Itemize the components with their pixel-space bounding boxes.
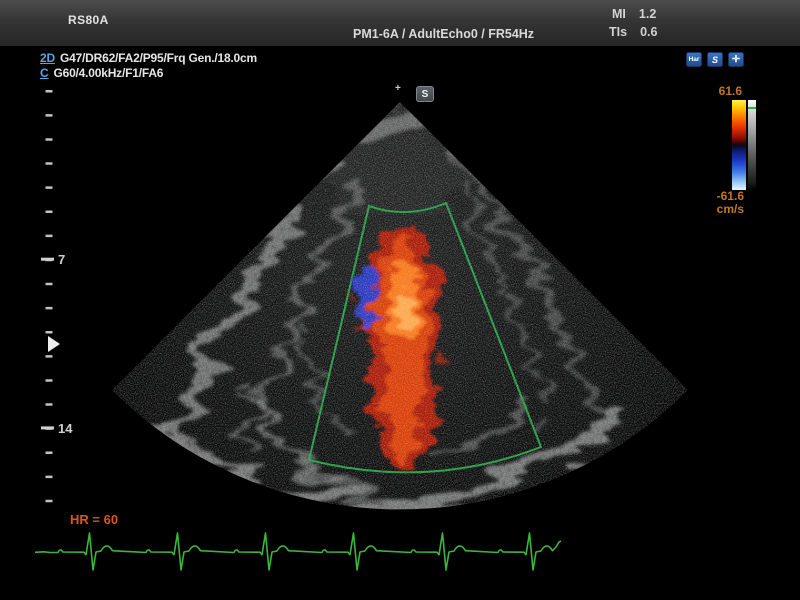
focus-marker[interactable]: [48, 336, 60, 352]
machine-model: RS80A: [68, 13, 109, 27]
probe-info: PM1-6A / AdultEcho0 / FR54Hz: [353, 27, 534, 41]
ultrasound-screen: RS80A PM1-6A / AdultEcho0 / FR54Hz MI 1.…: [0, 0, 800, 600]
mi-value: 1.2: [639, 7, 656, 21]
sector-fan: [60, 90, 740, 532]
orientation-marker: S: [416, 86, 434, 102]
mi-label: MI: [612, 7, 626, 21]
color-velocity-scale: 61.6 -61.6 cm/s: [710, 84, 794, 224]
grayscale-bar: [748, 100, 756, 190]
s-vision-icon[interactable]: S: [707, 52, 723, 67]
mi-readout: MI 1.2: [612, 7, 656, 21]
velocity-max-label: 61.6: [710, 84, 742, 98]
harmonic-icon[interactable]: Har: [686, 52, 702, 67]
depth-ruler: 7 14: [38, 84, 82, 524]
gain-marker: [748, 107, 756, 109]
depth-label-7: 7: [58, 252, 65, 267]
tis-label: TIs: [609, 25, 627, 39]
color-mode-params-row: C G60/4.00kHz/F1/FA6: [40, 66, 257, 81]
tis-readout: TIs 0.6: [609, 25, 657, 39]
doppler-color-bar: [732, 100, 746, 190]
imaging-parameters: 2D G47/DR62/FA2/P95/Frq Gen./18.0cm C G60/…: [40, 51, 257, 80]
header-bar: RS80A PM1-6A / AdultEcho0 / FR54Hz MI 1.…: [0, 0, 800, 46]
b-mode-params-row: 2D G47/DR62/FA2/P95/Frq Gen./18.0cm: [40, 51, 257, 66]
ecg-trace: [0, 518, 600, 582]
tis-value: 0.6: [640, 25, 657, 39]
depth-label-14: 14: [58, 421, 73, 436]
b-mode-params: G47/DR62/FA2/P95/Frq Gen./18.0cm: [60, 51, 257, 65]
velocity-unit-label: cm/s: [710, 202, 744, 216]
velocity-min-label: -61.6: [710, 189, 744, 203]
quick-scan-icon[interactable]: ✛: [728, 52, 744, 67]
color-mode-label: C: [40, 66, 48, 80]
status-icon-bar: Har S ✛: [686, 52, 744, 67]
probe-apex-marker: +: [395, 83, 401, 94]
color-mode-params: G60/4.00kHz/F1/FA6: [53, 66, 163, 80]
b-mode-label: 2D: [40, 51, 55, 65]
